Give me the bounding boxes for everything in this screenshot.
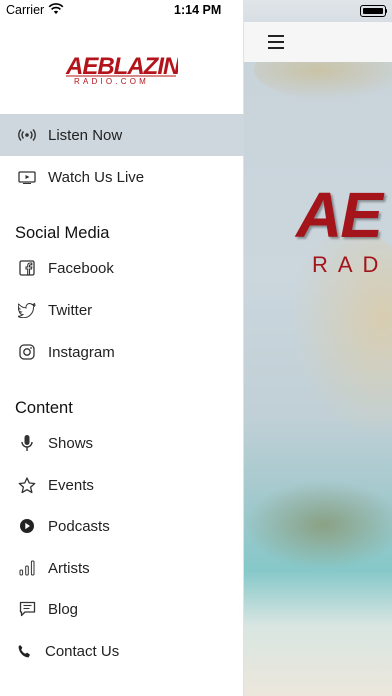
menu-item-label: Twitter — [48, 301, 93, 319]
menu-item-label: Listen Now — [48, 126, 123, 144]
microphone-icon — [17, 433, 37, 453]
navigation-drawer: AEBLAZIN RADIO.COM Listen Now Watch Us L… — [0, 0, 244, 696]
menu-item-label: Instagram — [48, 343, 115, 361]
menu-item-label: Shows — [48, 434, 94, 452]
play-circle-icon — [17, 516, 37, 536]
menu-item-watch-us-live[interactable]: Watch Us Live — [0, 156, 244, 198]
hero-logo-text: AE — [296, 179, 383, 251]
menu-item-label: Podcasts — [48, 517, 110, 535]
chat-icon — [17, 599, 37, 619]
battery-icon — [360, 5, 387, 17]
menu-item-blog[interactable]: Blog — [0, 588, 244, 630]
menu-item-label: Events — [48, 476, 94, 494]
star-icon — [17, 475, 37, 495]
menu-item-label: Artists — [48, 559, 90, 577]
menu-item-label: Contact Us — [45, 642, 120, 660]
menu-item-shows[interactable]: Shows — [0, 422, 244, 464]
menu-item-contact-us[interactable]: Contact Us — [0, 630, 244, 672]
hero-logo: AE RAD — [296, 178, 392, 278]
carrier-label: Carrier — [6, 3, 45, 17]
menu-item-listen-now[interactable]: Listen Now — [0, 114, 244, 156]
section-title-social-media: Social Media — [15, 224, 110, 242]
menu-item-facebook[interactable]: Facebook — [0, 247, 244, 289]
menu-item-twitter[interactable]: Twitter — [0, 289, 244, 331]
menu-item-label: Blog — [48, 600, 79, 618]
island-decoration — [244, 480, 392, 570]
menu-item-podcasts[interactable]: Podcasts — [0, 505, 244, 547]
clock: 1:14 PM — [174, 3, 222, 17]
brand-sub-text: RADIO.COM — [74, 77, 149, 86]
instagram-icon — [17, 342, 37, 362]
broadcast-icon — [17, 125, 37, 145]
hamburger-menu-button[interactable] — [266, 32, 288, 50]
facebook-icon — [17, 258, 37, 278]
menu-item-instagram[interactable]: Instagram — [0, 331, 244, 373]
bar-chart-icon — [17, 558, 37, 578]
aeblazin-radio-logo: AEBLAZIN RADIO.COM — [65, 53, 178, 86]
main-screen: AE RAD — [244, 0, 392, 696]
menu-item-events[interactable]: Events — [0, 464, 244, 506]
hero-logo-subtext: RAD — [312, 252, 389, 277]
section-title-content: Content — [15, 399, 73, 417]
menu-item-artists[interactable]: Artists — [0, 547, 244, 589]
main-header — [244, 22, 392, 62]
video-icon — [17, 167, 37, 187]
twitter-icon — [17, 300, 37, 320]
wifi-icon — [48, 3, 64, 18]
phone-icon — [14, 641, 34, 661]
menu-item-label: Watch Us Live — [48, 168, 145, 186]
menu-item-label: Facebook — [48, 259, 114, 277]
status-bar: Carrier 1:14 PM — [0, 0, 392, 22]
